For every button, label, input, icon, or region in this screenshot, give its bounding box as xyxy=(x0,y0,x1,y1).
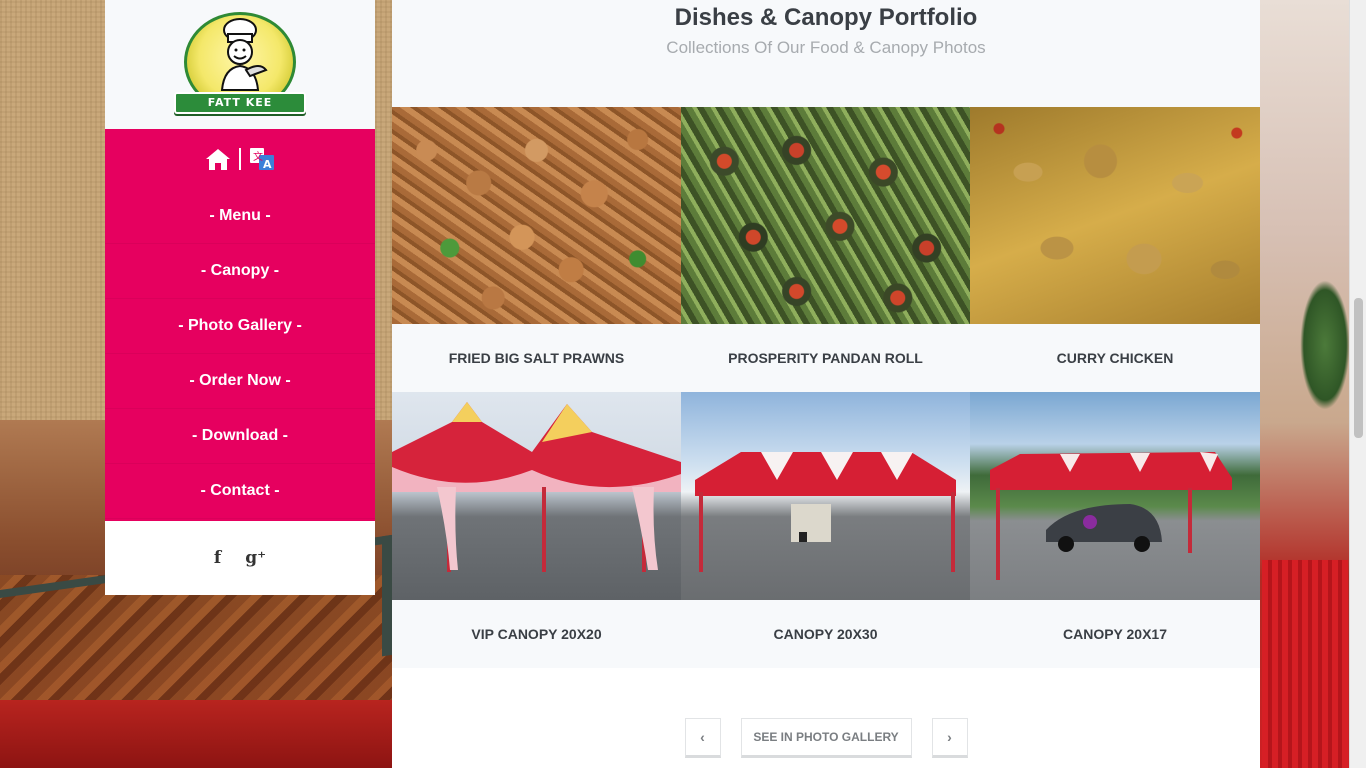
social-links: f g⁺ xyxy=(105,521,375,595)
photo-canopy-20x17[interactable] xyxy=(970,392,1260,600)
svg-text:文: 文 xyxy=(253,150,263,163)
background-plant xyxy=(1300,280,1350,410)
logo-area: FATT KEE xyxy=(105,0,375,129)
portfolio-card[interactable]: PROSPERITY PANDAN ROLL xyxy=(681,107,970,392)
portfolio-header: Dishes & Canopy Portfolio Collections Of… xyxy=(392,0,1260,107)
background-red-cloth xyxy=(1262,560,1348,768)
background-tablecloth xyxy=(0,700,392,768)
portfolio-card[interactable]: CANOPY 20X30 xyxy=(681,392,970,668)
nav-icon-bar: 文 A xyxy=(105,129,375,189)
translate-icon[interactable]: 文 A xyxy=(249,147,275,171)
see-in-photo-gallery-button[interactable]: SEE IN PHOTO GALLERY xyxy=(740,718,912,758)
icon-divider xyxy=(239,148,241,170)
page-scrollbar[interactable] xyxy=(1349,0,1366,768)
next-button[interactable]: › xyxy=(931,718,968,758)
svg-text:A: A xyxy=(263,158,272,171)
brand-logo[interactable]: FATT KEE xyxy=(174,10,306,120)
facebook-icon[interactable]: f xyxy=(214,548,221,568)
portfolio-card[interactable]: CURRY CHICKEN xyxy=(970,107,1260,392)
portfolio-section: Dishes & Canopy Portfolio Collections Of… xyxy=(392,0,1260,768)
home-icon[interactable] xyxy=(205,147,231,171)
logo-ribbon-text: FATT KEE xyxy=(174,91,306,114)
portfolio-card[interactable]: CANOPY 20X17 xyxy=(970,392,1260,668)
photo-pandan-roll[interactable] xyxy=(681,107,970,324)
photo-fried-prawns[interactable] xyxy=(392,107,681,324)
card-caption[interactable]: CANOPY 20X17 xyxy=(970,600,1260,668)
nav-item-canopy[interactable]: - Canopy - xyxy=(105,244,375,299)
main-navigation: 文 A - Menu - - Canopy - - Photo Gallery … xyxy=(105,129,375,521)
portfolio-card[interactable]: VIP CANOPY 20X20 xyxy=(392,392,681,668)
canopy-illustration xyxy=(990,452,1232,580)
canopy-illustration xyxy=(392,402,681,572)
page-subtitle: Collections Of Our Food & Canopy Photos xyxy=(666,38,986,57)
card-caption[interactable]: CANOPY 20X30 xyxy=(681,600,970,668)
card-caption[interactable]: VIP CANOPY 20X20 xyxy=(392,600,681,668)
previous-button[interactable]: ‹ xyxy=(684,718,721,758)
portfolio-grid: FRIED BIG SALT PRAWNS PROSPERITY PANDAN … xyxy=(392,107,1260,668)
pagination: ‹ SEE IN PHOTO GALLERY › xyxy=(392,718,1260,758)
google-plus-icon[interactable]: g⁺ xyxy=(245,548,266,568)
scrollbar-thumb[interactable] xyxy=(1354,298,1363,438)
nav-item-menu[interactable]: - Menu - xyxy=(105,189,375,244)
photo-curry-chicken[interactable] xyxy=(970,107,1260,324)
page-title: Dishes & Canopy Portfolio xyxy=(674,4,978,31)
portfolio-card[interactable]: FRIED BIG SALT PRAWNS xyxy=(392,107,681,392)
card-caption[interactable]: PROSPERITY PANDAN ROLL xyxy=(681,324,970,392)
chef-icon xyxy=(220,17,268,91)
nav-item-contact[interactable]: - Contact - xyxy=(105,464,375,519)
card-caption[interactable]: FRIED BIG SALT PRAWNS xyxy=(392,324,681,392)
photo-vip-canopy[interactable] xyxy=(392,392,681,600)
card-caption[interactable]: CURRY CHICKEN xyxy=(970,324,1260,392)
nav-item-order-now[interactable]: - Order Now - xyxy=(105,354,375,409)
nav-item-photo-gallery[interactable]: - Photo Gallery - xyxy=(105,299,375,354)
nav-item-download[interactable]: - Download - xyxy=(105,409,375,464)
sidebar: FATT KEE 文 A - Menu - - Canopy - - Photo… xyxy=(105,0,375,595)
canopy-illustration xyxy=(695,452,956,572)
photo-canopy-20x30[interactable] xyxy=(681,392,970,600)
